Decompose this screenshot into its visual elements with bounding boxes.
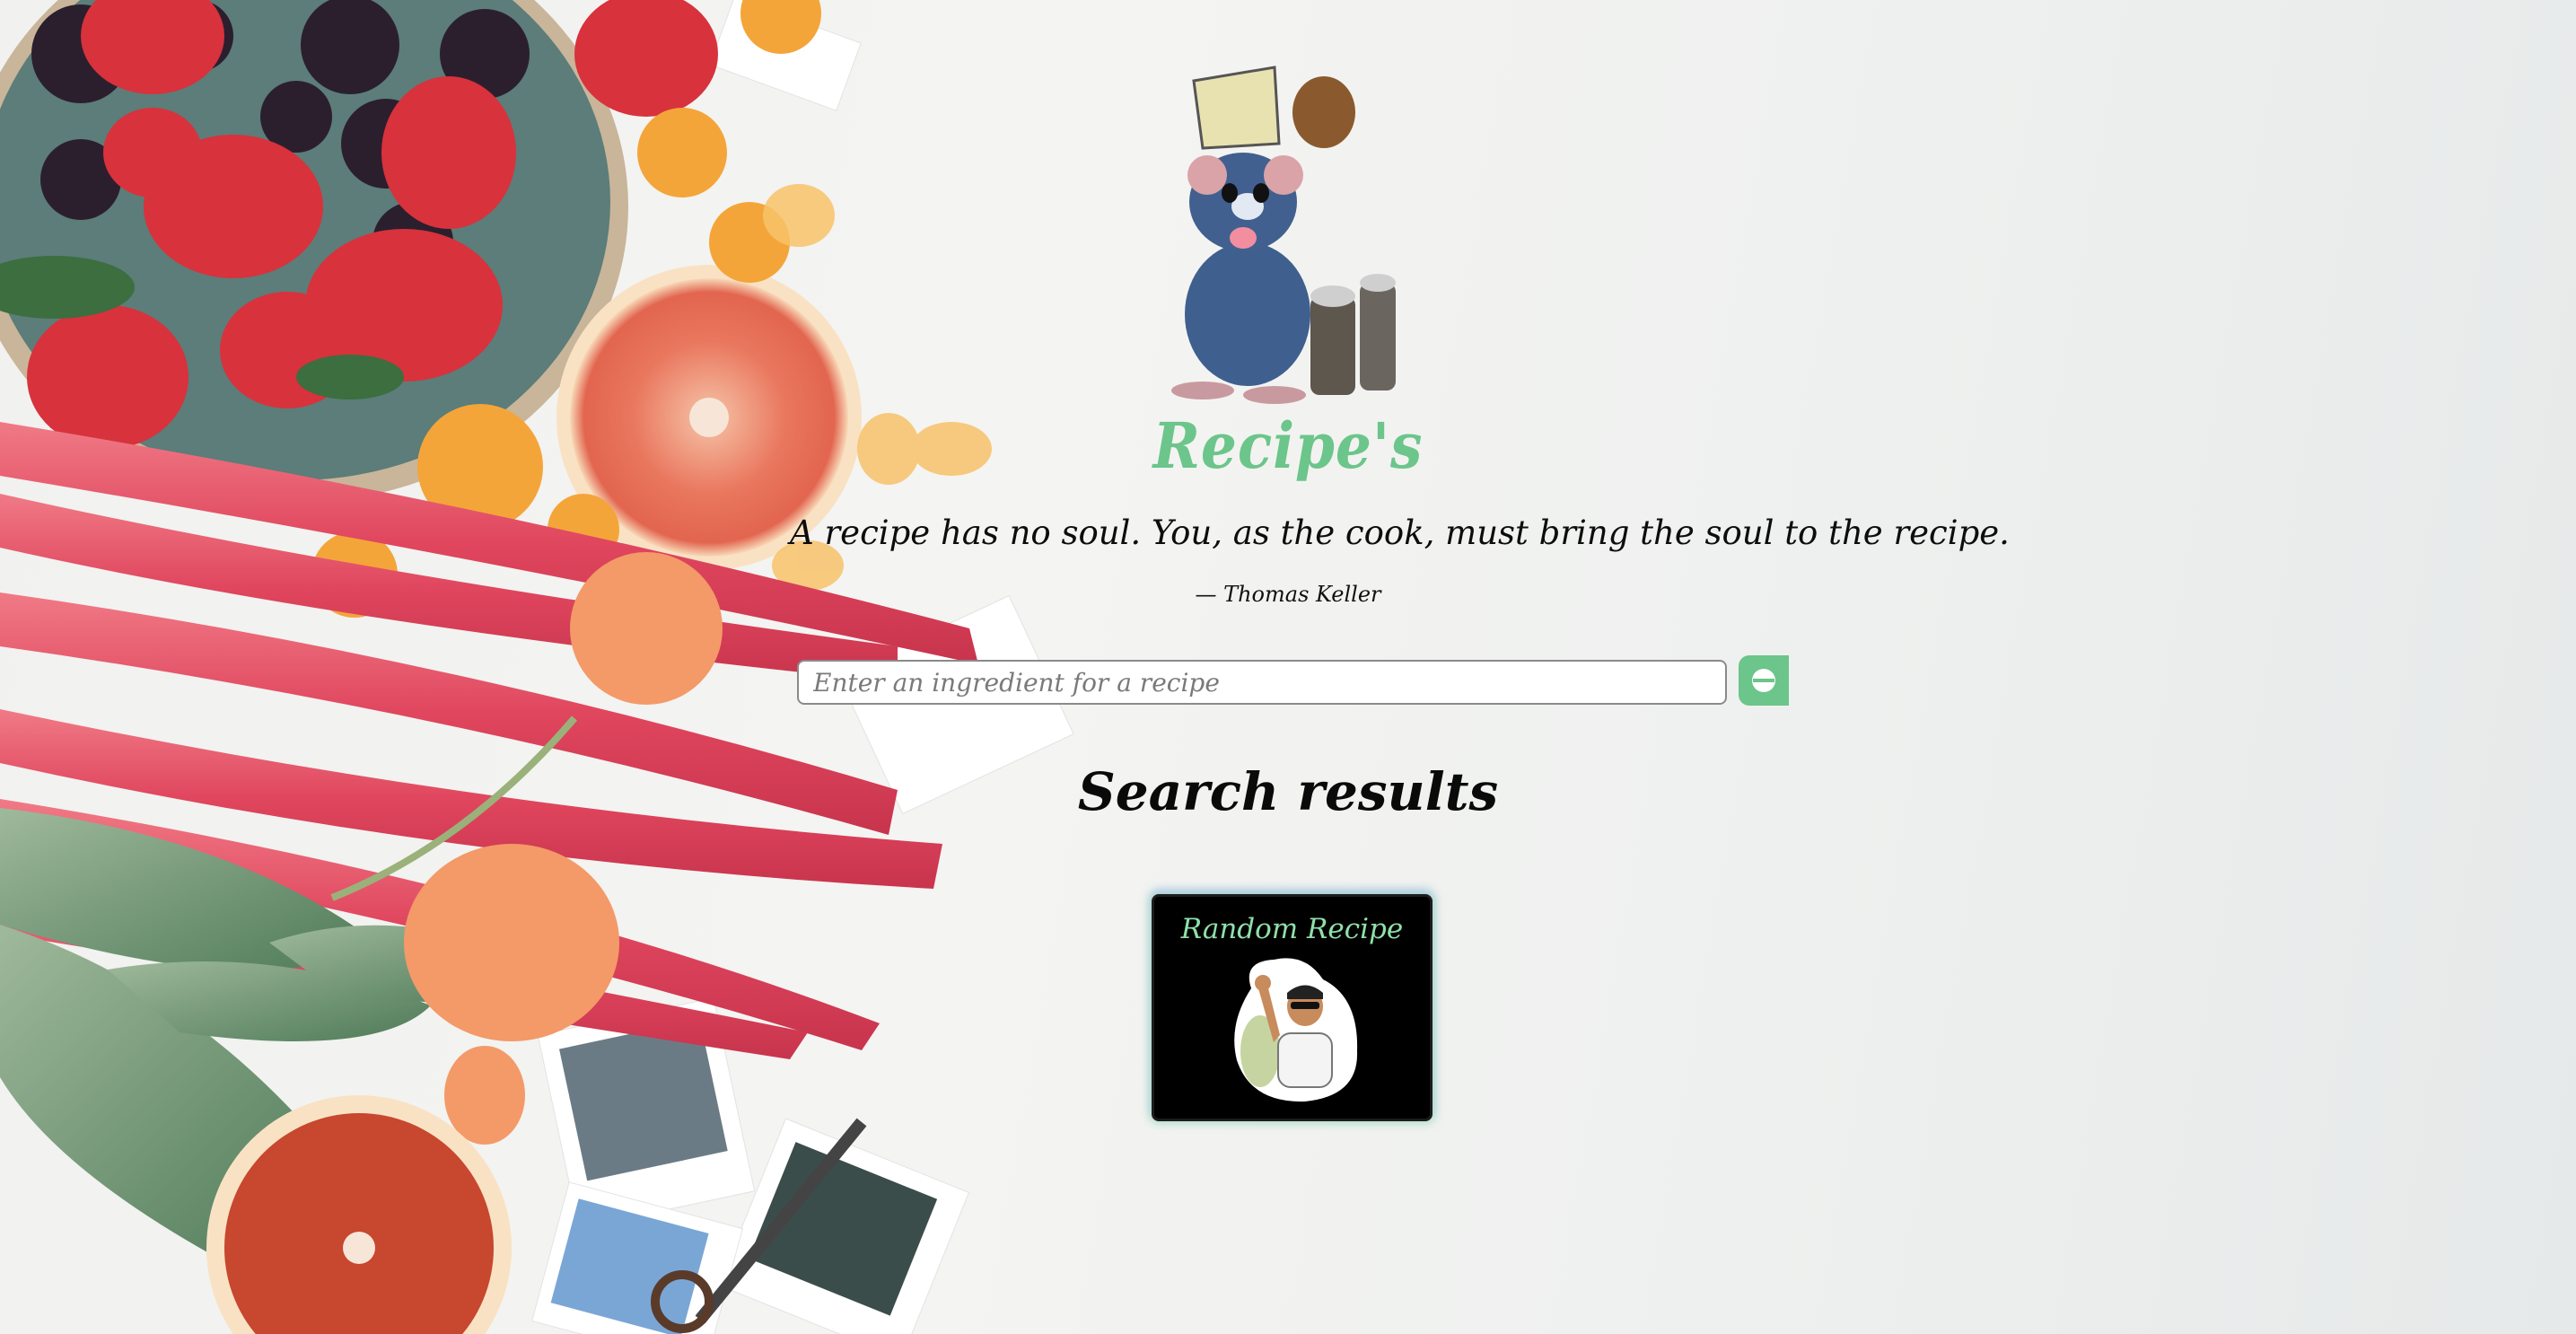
quote-author: — Thomas Keller bbox=[1195, 582, 1381, 607]
search-icon bbox=[1752, 669, 1775, 692]
quote-text: A recipe has no soul. You, as the cook, … bbox=[790, 513, 2010, 552]
recipe-card[interactable]: Random Recipe bbox=[1152, 894, 1433, 1121]
search-button[interactable] bbox=[1739, 655, 1789, 706]
salt-bae-sticker-image bbox=[1234, 958, 1358, 1102]
ingredient-search-input[interactable] bbox=[797, 660, 1727, 705]
page: Recipe's A recipe has no soul. You, as t… bbox=[0, 0, 2576, 1334]
recipe-card-title: Random Recipe bbox=[1180, 913, 1404, 945]
app-title: Recipe's bbox=[1152, 408, 1424, 483]
search-results-heading: Search results bbox=[1077, 761, 1499, 822]
chef-rat-logo bbox=[1171, 66, 1396, 404]
